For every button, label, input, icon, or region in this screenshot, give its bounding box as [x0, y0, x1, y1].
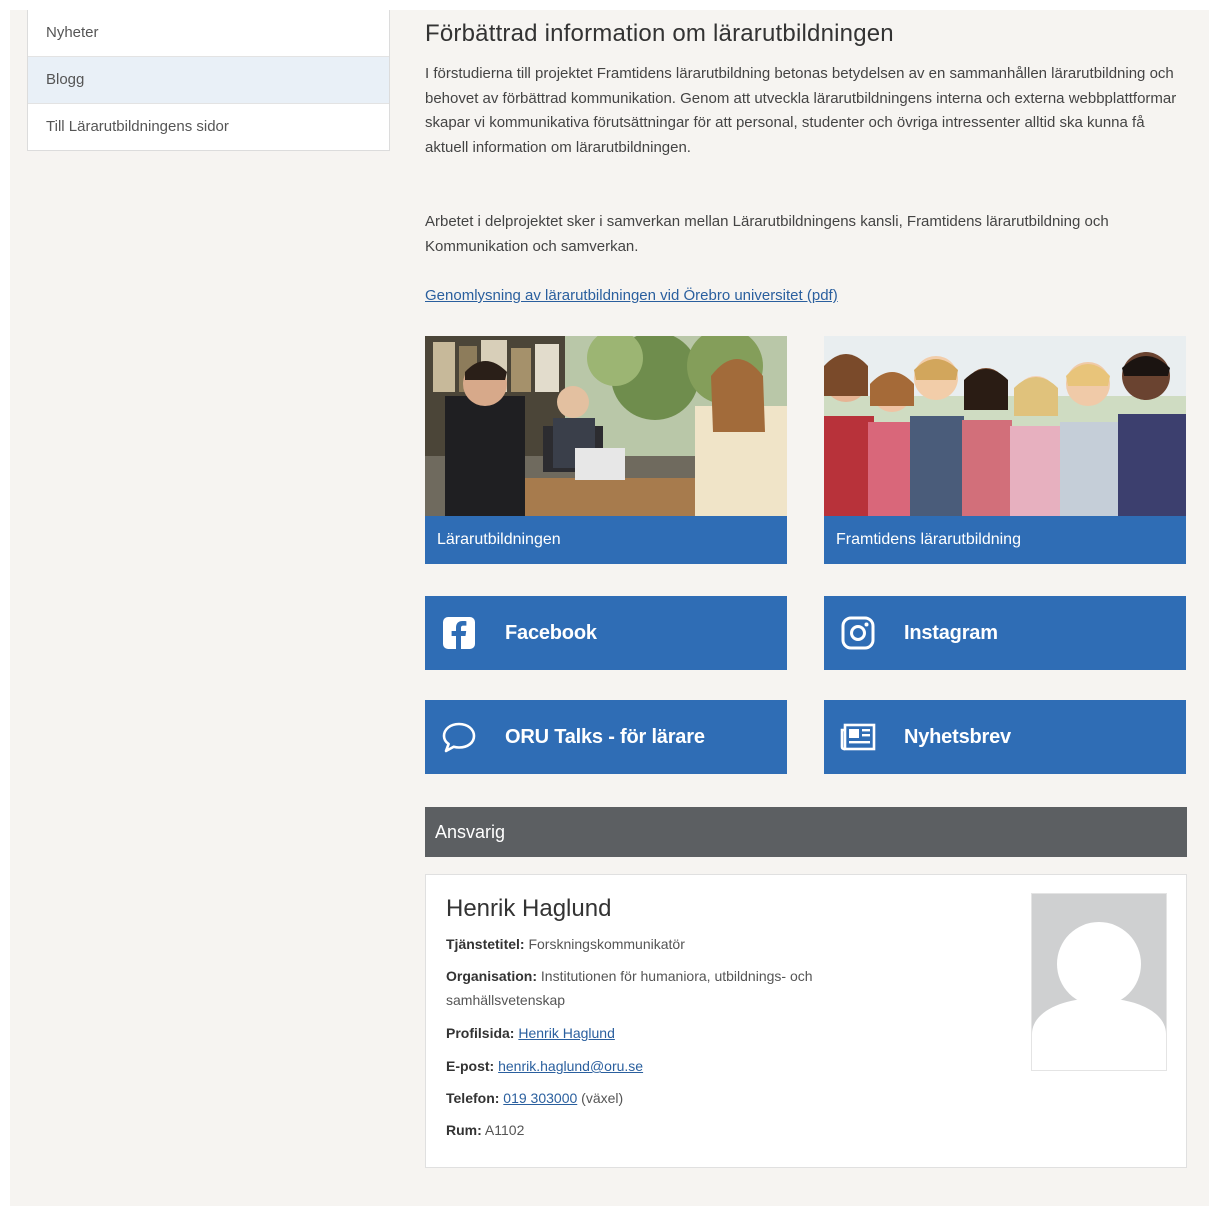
facebook-label: Facebook [505, 622, 597, 644]
field-label: Rum: [446, 1122, 482, 1138]
instagram-icon [841, 616, 875, 650]
sidebar-item-lararutbildningens-sidor[interactable]: Till Lärarutbildningens sidor [28, 103, 389, 150]
oru-talks-label: ORU Talks - för lärare [505, 726, 705, 748]
facebook-button[interactable]: Facebook [425, 596, 787, 670]
contact-organisation-row: Organisation: Institutionen för humanior… [446, 964, 906, 1012]
newsletter-label: Nyhetsbrev [904, 726, 1011, 748]
sidebar-nav: Nyheter Blogg Till Lärarutbildningens si… [27, 10, 390, 151]
card-lararutbildningen[interactable]: Lärarutbildningen [425, 336, 787, 564]
card-caption: Lärarutbildningen [425, 516, 787, 564]
facebook-icon [443, 617, 475, 649]
profile-link[interactable]: Henrik Haglund [518, 1025, 615, 1041]
phone-suffix: (växel) [581, 1090, 624, 1106]
newspaper-icon [840, 723, 876, 751]
contact-profile-row: Profilsida: Henrik Haglund [446, 1021, 906, 1045]
instagram-label: Instagram [904, 622, 998, 644]
email-link[interactable]: henrik.haglund@oru.se [498, 1058, 643, 1074]
contact-room-row: Rum: A1102 [446, 1118, 906, 1142]
card-framtidens-lararutbildning[interactable]: Framtidens lärarutbildning [824, 336, 1186, 564]
contact-phone-row: Telefon: 019 303000 (växel) [446, 1086, 906, 1110]
speech-bubble-icon [442, 722, 476, 753]
field-label: Telefon: [446, 1090, 500, 1106]
collaboration-paragraph: Arbetet i delprojektet sker i samverkan … [425, 213, 1109, 255]
intro-paragraph: I förstudierna till projektet Framtidens… [425, 65, 1177, 156]
sidebar-item-nyheter[interactable]: Nyheter [28, 10, 389, 56]
page-title: Förbättrad information om lärarutbildnin… [425, 20, 894, 47]
sidebar-item-blogg[interactable]: Blogg [28, 56, 389, 103]
instagram-button[interactable]: Instagram [824, 596, 1186, 670]
classroom-photo [425, 336, 787, 516]
children-photo [824, 336, 1186, 516]
pdf-link[interactable]: Genomlysning av lärarutbildningen vid Ör… [425, 287, 838, 304]
field-label: E-post: [446, 1058, 495, 1074]
field-label: Organisation: [446, 968, 538, 984]
newsletter-button[interactable]: Nyhetsbrev [824, 700, 1186, 774]
contact-name: Henrik Haglund [446, 895, 612, 922]
contact-card: Henrik Haglund Tjänstetitel: Forskningsk… [425, 874, 1187, 1168]
phone-link[interactable]: 019 303000 [503, 1090, 577, 1106]
field-value: A1102 [484, 1122, 525, 1138]
oru-talks-button[interactable]: ORU Talks - för lärare [425, 700, 787, 774]
contact-title-row: Tjänstetitel: Forskningskommunikatör [446, 932, 906, 956]
card-caption: Framtidens lärarutbildning [824, 516, 1186, 564]
contact-email-row: E-post: henrik.haglund@oru.se [446, 1054, 906, 1078]
section-heading: Ansvarig [425, 807, 1187, 857]
page: Nyheter Blogg Till Lärarutbildningens si… [10, 10, 1209, 1206]
field-value: Forskningskommunikatör [528, 936, 685, 952]
field-label: Profilsida: [446, 1025, 515, 1041]
field-label: Tjänstetitel: [446, 936, 525, 952]
avatar [1031, 893, 1167, 1071]
